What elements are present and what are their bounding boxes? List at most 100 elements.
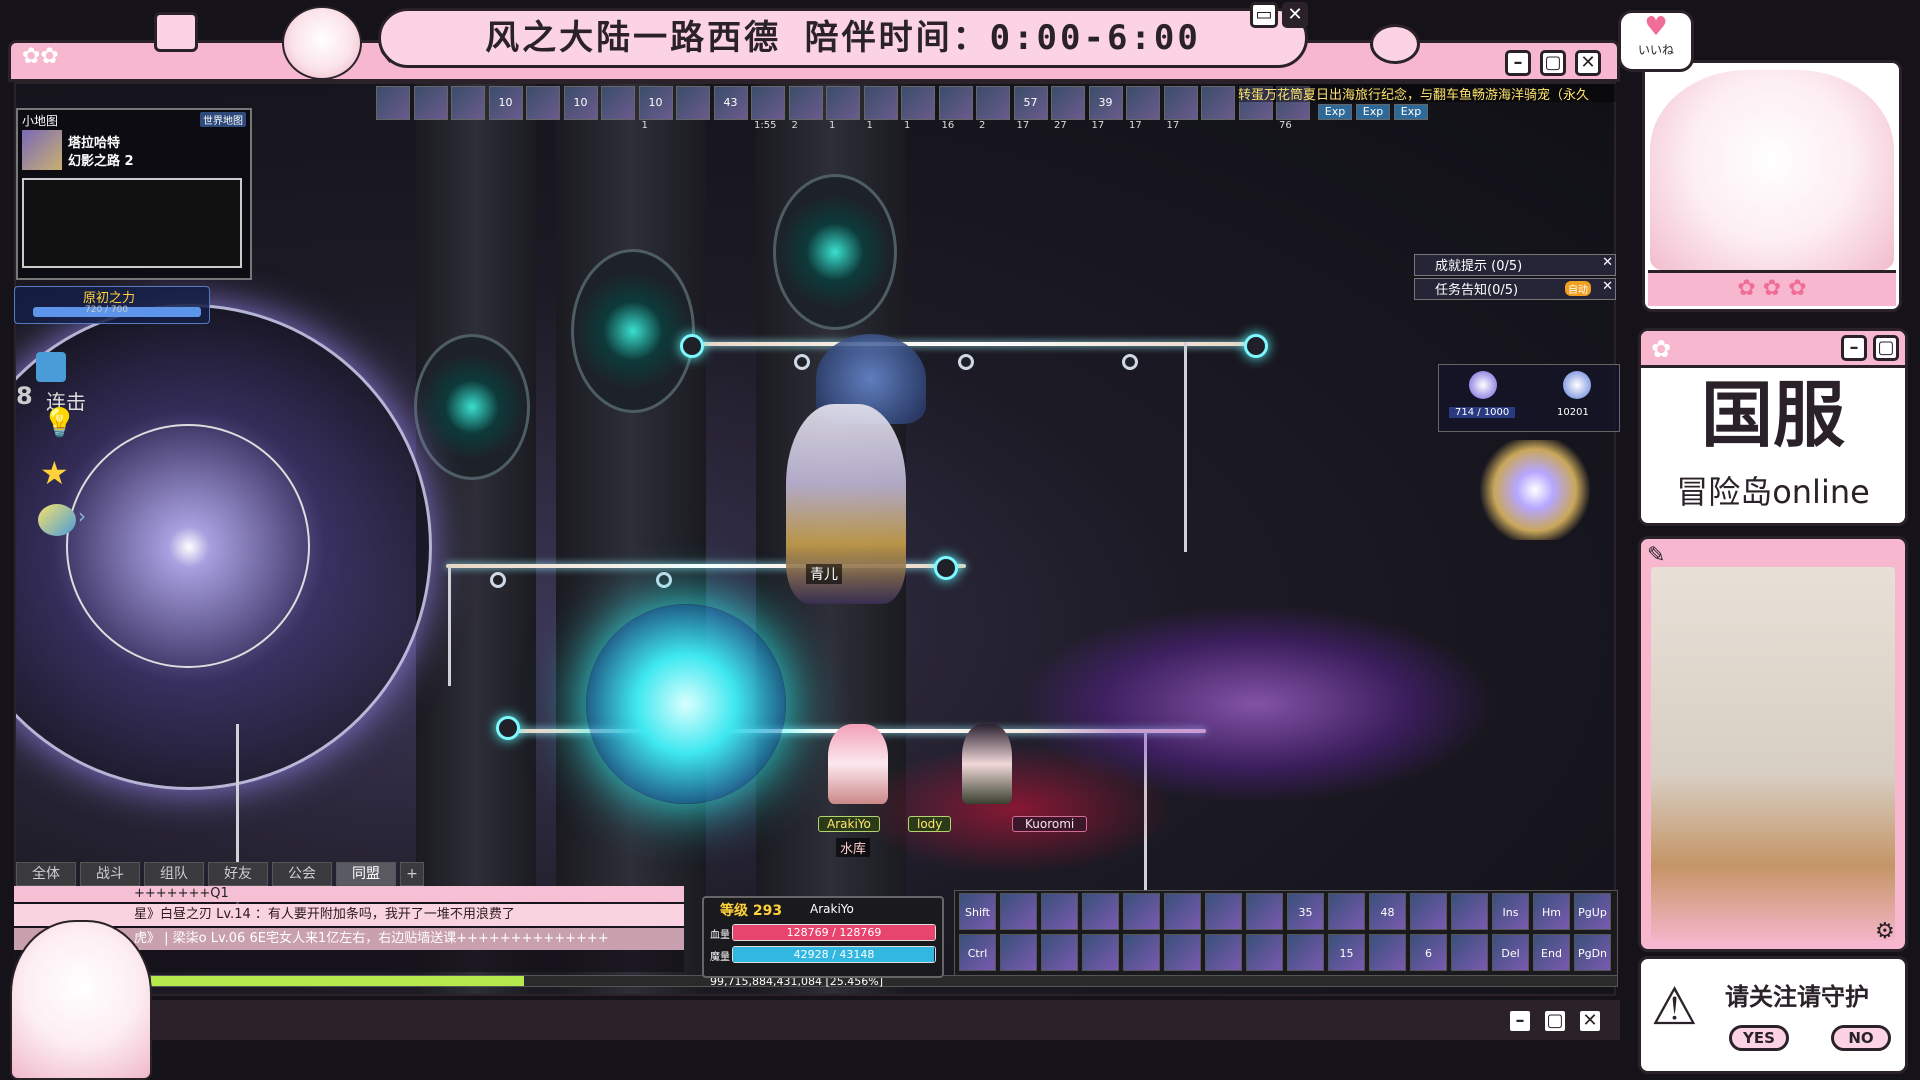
chat-tab[interactable]: +	[400, 862, 424, 886]
world-map-button[interactable]: 世界地图	[200, 112, 246, 127]
no-button[interactable]: NO	[1831, 1025, 1891, 1051]
server-panel-maximize-button[interactable]: ▢	[1873, 335, 1899, 361]
bottom-close-button[interactable]: ✕	[1577, 1008, 1603, 1034]
bottom-maximize-button[interactable]: ▢	[1542, 1008, 1568, 1034]
skill-slot[interactable]: End	[1533, 934, 1570, 971]
settings-gear-icon[interactable]: ⚙	[1875, 919, 1895, 944]
game-viewport[interactable]: 青儿 ArakiYo lody Kuoromi 水库 8 连击 💡 ★ ›	[14, 82, 1616, 996]
buff-icon[interactable]: 43	[713, 86, 748, 120]
bottom-minimize-button[interactable]: –	[1507, 1008, 1533, 1034]
game-minimize-button[interactable]: –	[1505, 50, 1531, 76]
buff-icon[interactable]: 2	[788, 86, 823, 131]
buff-icon[interactable]	[601, 86, 635, 120]
skill-slot[interactable]	[1123, 893, 1160, 930]
buff-icon[interactable]: 1	[863, 86, 898, 131]
skill-slot[interactable]: 48	[1369, 893, 1406, 930]
server-panel-minimize-button[interactable]: –	[1841, 335, 1867, 361]
buff-icon[interactable]: 1	[826, 86, 860, 131]
buff-icon[interactable]: 10	[488, 86, 523, 120]
skill-slot[interactable]	[1123, 934, 1160, 971]
skill-slot[interactable]	[1369, 934, 1406, 971]
buff-icon[interactable]: 17	[1126, 86, 1160, 131]
skill-slot[interactable]	[1410, 893, 1447, 930]
game-close-button[interactable]: ✕	[1575, 50, 1601, 76]
quest-tracker-panel[interactable]: 成就提示 (0/5) ✕ 任务告知(0/5) 自动 ✕	[1414, 254, 1616, 300]
buff-icon[interactable]: 1:55	[751, 86, 785, 131]
banner-close-button[interactable]: ✕	[1282, 2, 1308, 28]
buff-icon[interactable]	[526, 86, 560, 120]
buff-icon[interactable]	[451, 86, 485, 120]
chat-tab[interactable]: 同盟	[336, 862, 396, 886]
chat-line[interactable]: +++++++Q1	[14, 886, 684, 902]
exp-buff-icon[interactable]: Exp	[1356, 104, 1390, 120]
lightbulb-icon[interactable]: 💡	[42, 406, 77, 439]
pen-icon[interactable]: ✎	[1647, 543, 1665, 568]
buff-icon[interactable]: 27	[1051, 86, 1085, 131]
event-icon[interactable]	[36, 352, 66, 382]
minimap-view[interactable]	[22, 178, 242, 268]
skill-slot[interactable]	[1000, 893, 1037, 930]
buff-icon[interactable]	[676, 86, 710, 120]
exp-buff-icon[interactable]: Exp	[1394, 104, 1428, 120]
buff-icon[interactable]: 39 17	[1088, 86, 1123, 131]
skill-slot[interactable]: PgDn	[1574, 934, 1611, 971]
player-character-sprite[interactable]	[828, 724, 888, 804]
skill-slot[interactable]	[1000, 934, 1037, 971]
skill-slot[interactable]	[1082, 934, 1119, 971]
close-icon[interactable]: ✕	[1602, 255, 1613, 270]
shop-icon[interactable]	[38, 504, 76, 536]
player-name-tag[interactable]: ArakiYo	[818, 816, 880, 832]
skill-slot[interactable]	[1205, 893, 1242, 930]
buff-icon[interactable]: 10 1	[638, 86, 673, 131]
chevron-right-icon[interactable]: ›	[78, 504, 86, 528]
skill-slot[interactable]: Ctrl	[959, 934, 996, 971]
quest-row[interactable]: 任务告知(0/5) 自动 ✕	[1414, 278, 1616, 300]
skill-slot[interactable]	[1246, 893, 1283, 930]
skill-slot[interactable]	[1451, 934, 1488, 971]
buff-icon[interactable]: 10	[563, 86, 598, 120]
game-maximize-button[interactable]: ▢	[1540, 50, 1566, 76]
notebook-icon[interactable]	[154, 12, 198, 52]
skill-slot[interactable]	[1451, 893, 1488, 930]
banner-minimize-button[interactable]: ▭	[1250, 2, 1278, 28]
chat-tab[interactable]: 全体	[16, 862, 76, 886]
chat-line[interactable]: 星》白昼之刃 Lv.14 ：有人要开附加条吗，我开了一堆不用浪费了	[14, 904, 684, 926]
chat-tab[interactable]: 好友	[208, 862, 268, 886]
chat-tab[interactable]: 公会	[272, 862, 332, 886]
skill-slot[interactable]: Shift	[959, 893, 996, 930]
buff-icon[interactable]: 16	[938, 86, 973, 131]
yes-button[interactable]: YES	[1729, 1025, 1789, 1051]
skill-slot[interactable]: 15	[1328, 934, 1365, 971]
skill-slot[interactable]	[1041, 893, 1078, 930]
minimap-panel[interactable]: 小地图 世界地图 塔拉哈特 幻影之路 2	[16, 108, 252, 280]
buff-icon[interactable]	[1201, 86, 1235, 120]
skill-slot[interactable]: Ins	[1492, 893, 1529, 930]
auto-button[interactable]: 自动	[1565, 281, 1591, 296]
star-icon[interactable]: ★	[40, 454, 69, 492]
skill-slot[interactable]	[1328, 893, 1365, 930]
buff-icon[interactable]	[413, 86, 448, 120]
skill-slot[interactable]	[1246, 934, 1283, 971]
pet-name-tag[interactable]: lody	[908, 816, 952, 832]
buff-icon[interactable]	[376, 86, 410, 120]
skill-slot[interactable]	[1164, 934, 1201, 971]
buff-icon[interactable]: 57 17	[1013, 86, 1048, 131]
heart-badge[interactable]: ♥ いいね	[1618, 10, 1694, 72]
skill-slot[interactable]: Del	[1492, 934, 1529, 971]
chat-tab[interactable]: 战斗	[80, 862, 140, 886]
skill-slot[interactable]	[1164, 893, 1201, 930]
skill-slot[interactable]	[1082, 893, 1119, 930]
skill-slot[interactable]	[1287, 934, 1324, 971]
exp-buff-icon[interactable]: Exp	[1318, 104, 1352, 120]
skill-slot[interactable]: Hm	[1533, 893, 1570, 930]
pet-name-tag[interactable]: Kuoromi	[1012, 816, 1088, 832]
party-character-sprite[interactable]	[962, 724, 1012, 804]
boss-character-sprite[interactable]	[786, 404, 906, 604]
skill-slot[interactable]	[1041, 934, 1078, 971]
skill-slot[interactable]	[1205, 934, 1242, 971]
buff-icon[interactable]: 2	[976, 86, 1010, 131]
npc-name-tag[interactable]: 青儿	[806, 564, 842, 584]
close-icon[interactable]: ✕	[1602, 279, 1613, 294]
buff-icon[interactable]: 17	[1163, 86, 1198, 131]
chat-tab[interactable]: 组队	[144, 862, 204, 886]
